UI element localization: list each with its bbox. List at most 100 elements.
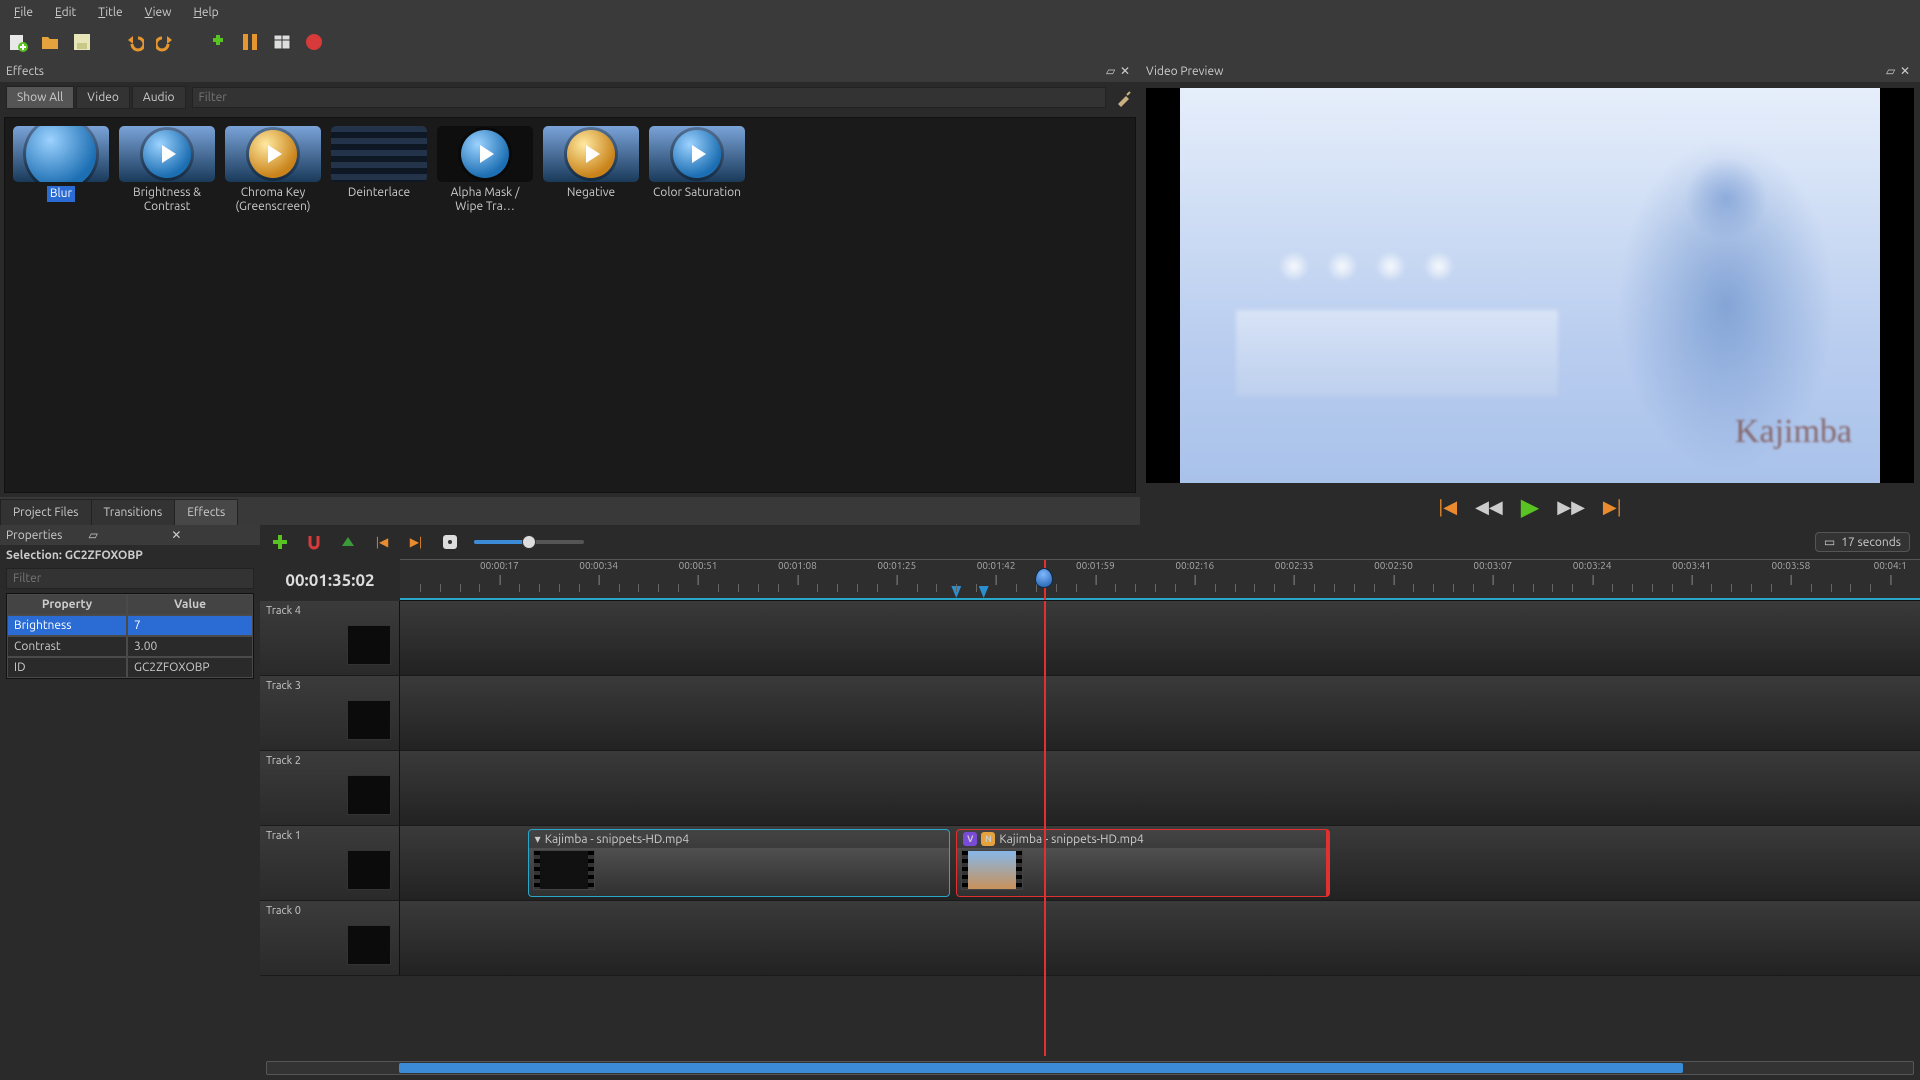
effect-negative[interactable]: Negative <box>541 124 641 216</box>
new-project-icon[interactable] <box>8 32 28 52</box>
prev-marker-icon[interactable]: |◀ <box>372 532 392 552</box>
next-marker-icon[interactable]: ▶| <box>406 532 426 552</box>
snapping-icon[interactable] <box>304 532 324 552</box>
playhead-handle[interactable] <box>1035 568 1053 588</box>
razor-icon[interactable] <box>338 532 358 552</box>
clear-filter-icon[interactable] <box>1114 88 1134 108</box>
jump-start-icon[interactable]: |◀ <box>1438 497 1457 518</box>
menu-edit[interactable]: Edit <box>45 4 86 21</box>
timeline-scrollbar[interactable] <box>260 1056 1920 1080</box>
ruler-tick: 00:01:08 <box>778 560 817 571</box>
effects-tab-showall[interactable]: Show All <box>6 86 74 109</box>
menu-title[interactable]: Title <box>88 4 132 21</box>
menu-help[interactable]: Help <box>184 4 229 21</box>
timeline-duration-pill[interactable]: ▭ 17 seconds <box>1815 532 1910 552</box>
timeline-ruler[interactable]: 00:00:1700:00:3400:00:5100:01:0800:01:25… <box>400 559 1920 601</box>
timeline-zoom-slider[interactable] <box>474 540 584 544</box>
effect-label: Chroma Key (Greenscreen) <box>225 186 321 214</box>
effects-tab-video[interactable]: Video <box>76 86 130 109</box>
preview-viewport[interactable] <box>1146 88 1914 483</box>
clip-thumbnail <box>533 850 595 890</box>
menu-file[interactable]: File <box>4 4 43 21</box>
effects-grid: Blur Brightness & Contrast Chroma Key (G… <box>4 117 1136 493</box>
properties-table: Property Value Brightness 7 Contrast 3.0… <box>6 593 254 679</box>
effect-alpha-mask[interactable]: Alpha Mask / Wipe Tra… <box>435 124 535 216</box>
export-icon[interactable] <box>304 32 324 52</box>
property-row[interactable]: Brightness 7 <box>7 615 253 636</box>
properties-panel-title: Properties <box>6 529 89 542</box>
clip-badge-icon: N <box>981 832 995 846</box>
track-row: Track 3 <box>260 676 1920 751</box>
panel-detach-icon[interactable]: ▱ <box>1886 64 1900 78</box>
track-lane[interactable] <box>400 601 1920 675</box>
effect-blur[interactable]: Blur <box>11 124 111 216</box>
track-header[interactable]: Track 1 <box>260 826 400 900</box>
ruler-tick: 00:03:41 <box>1672 560 1711 571</box>
property-value[interactable]: 3.00 <box>127 636 253 657</box>
panel-detach-icon[interactable]: ▱ <box>89 528 172 542</box>
panel-close-icon[interactable]: ✕ <box>1900 64 1914 78</box>
property-row[interactable]: Contrast 3.00 <box>7 636 253 657</box>
property-value[interactable]: 7 <box>127 615 253 636</box>
timeline-clip[interactable]: ▾Kajimba - snippets-HD.mp4 <box>528 829 951 897</box>
properties-filter-input[interactable] <box>6 568 254 589</box>
clip-title-label: Kajimba - snippets-HD.mp4 <box>999 833 1143 846</box>
track-row: Track 1 ▾Kajimba - snippets-HD.mp4 V N K… <box>260 826 1920 901</box>
properties-panel: Properties ▱ ✕ Selection: GC2ZFOXOBP Pro… <box>0 525 260 1080</box>
jump-end-icon[interactable]: ▶| <box>1603 497 1622 518</box>
properties-header-value[interactable]: Value <box>127 594 253 615</box>
preview-panel-title: Video Preview <box>1146 65 1886 78</box>
effects-filter-input[interactable] <box>192 87 1107 108</box>
panel-close-icon[interactable]: ✕ <box>171 528 254 542</box>
add-track-icon[interactable] <box>270 532 290 552</box>
timeline-clip[interactable]: V N Kajimba - snippets-HD.mp4 <box>956 829 1330 897</box>
track-row: Track 2 <box>260 751 1920 826</box>
effects-bottom-tabs: Project Files Transitions Effects <box>0 497 1140 525</box>
track-lane[interactable] <box>400 901 1920 975</box>
track-lane[interactable]: ▾Kajimba - snippets-HD.mp4 V N Kajimba -… <box>400 826 1920 900</box>
ruler-tick: 00:02:33 <box>1275 560 1314 571</box>
panel-close-icon[interactable]: ✕ <box>1120 64 1134 78</box>
scrollbar-thumb[interactable] <box>399 1063 1683 1073</box>
properties-header-key[interactable]: Property <box>7 594 127 615</box>
profile-icon[interactable] <box>240 32 260 52</box>
effect-color-saturation[interactable]: Color Saturation <box>647 124 747 216</box>
redo-icon[interactable] <box>156 32 176 52</box>
clip-thumbnail <box>961 850 1023 890</box>
track-lane[interactable] <box>400 751 1920 825</box>
tab-effects[interactable]: Effects <box>174 499 238 525</box>
effects-tab-audio[interactable]: Audio <box>132 86 186 109</box>
property-row[interactable]: ID GC2ZFOXOBP <box>7 657 253 678</box>
effect-chroma-key[interactable]: Chroma Key (Greenscreen) <box>223 124 323 216</box>
center-playhead-icon[interactable] <box>440 532 460 552</box>
panel-detach-icon[interactable]: ▱ <box>1106 64 1120 78</box>
track-lane[interactable] <box>400 676 1920 750</box>
track-header[interactable]: Track 3 <box>260 676 400 750</box>
track-header[interactable]: Track 0 <box>260 901 400 975</box>
save-project-icon[interactable] <box>72 32 92 52</box>
tab-project-files[interactable]: Project Files <box>0 499 92 525</box>
ruler-tick: 00:03:58 <box>1771 560 1810 571</box>
tab-transitions[interactable]: Transitions <box>91 499 176 525</box>
play-icon[interactable]: ▶ <box>1521 493 1539 521</box>
main-toolbar <box>0 24 1920 60</box>
fast-forward-icon[interactable]: ▶▶ <box>1557 497 1585 518</box>
open-project-icon[interactable] <box>40 32 60 52</box>
fullscreen-icon[interactable] <box>272 32 292 52</box>
property-value[interactable]: GC2ZFOXOBP <box>127 657 253 678</box>
undo-icon[interactable] <box>124 32 144 52</box>
rewind-icon[interactable]: ◀◀ <box>1475 497 1503 518</box>
effect-deinterlace[interactable]: Deinterlace <box>329 124 429 216</box>
properties-selection: Selection: GC2ZFOXOBP <box>0 545 260 566</box>
track-row: Track 4 <box>260 601 1920 676</box>
menu-view[interactable]: View <box>135 4 182 21</box>
effect-label: Color Saturation <box>653 186 741 200</box>
import-files-icon[interactable] <box>208 32 228 52</box>
effect-brightness-contrast[interactable]: Brightness & Contrast <box>117 124 217 216</box>
timeline-marker[interactable] <box>979 586 989 598</box>
clip-badge-icon: V <box>963 832 977 846</box>
track-header[interactable]: Track 4 <box>260 601 400 675</box>
track-header[interactable]: Track 2 <box>260 751 400 825</box>
clip-title-label: Kajimba - snippets-HD.mp4 <box>545 833 689 846</box>
effect-label: Blur <box>47 186 75 202</box>
